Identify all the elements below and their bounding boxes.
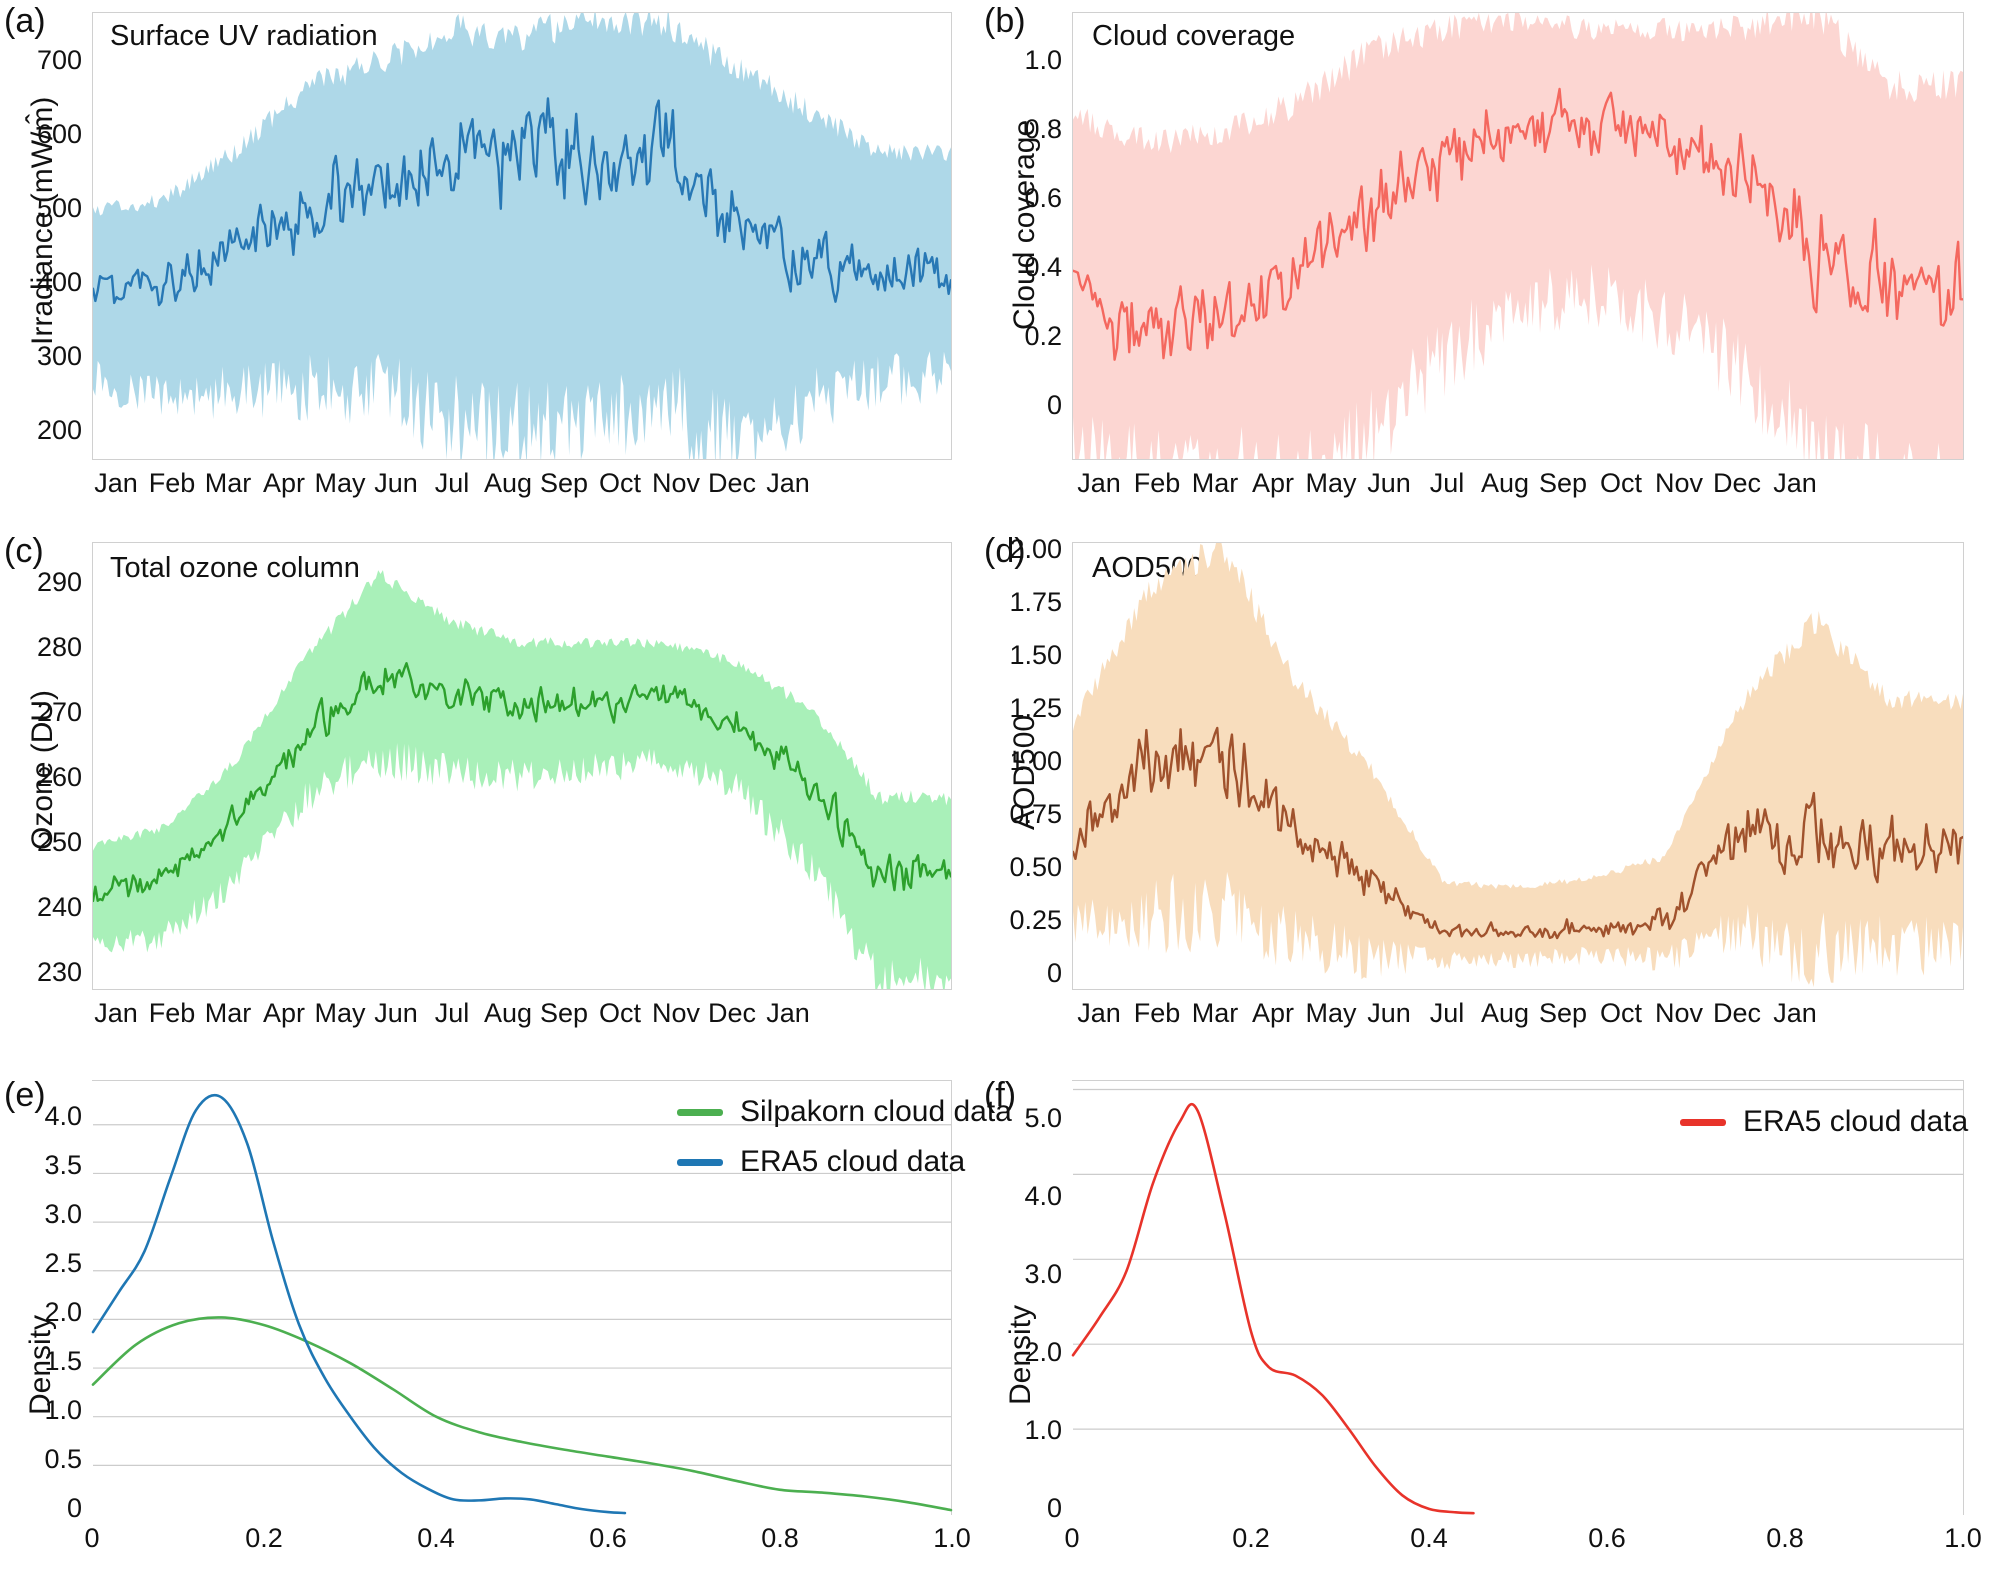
panel-b-ytick-1: 0.2 (1024, 321, 1062, 351)
panel-e-ytick-8: 4.0 (44, 1101, 82, 1131)
panel-e-xtick-3: 0.6 (589, 1523, 627, 1553)
panel-a-ytick-2: 400 (36, 267, 82, 297)
panel-a: (a) Surface UV radiation Irradiance (mW/… (0, 0, 980, 500)
panel-f-ytick-4: 4.0 (1024, 1181, 1062, 1211)
panel-d-ytick-6: 1.50 (1009, 640, 1062, 670)
panel-b: (b) Cloud coverage Cloud coverage 0 0.2 … (980, 0, 1998, 500)
panel-f-ytick-5: 5.0 (1024, 1103, 1062, 1133)
panel-f-xtick-4: 0.8 (1766, 1523, 1804, 1553)
panel-a-ytick-4: 600 (36, 119, 82, 149)
panel-e-ytick-4: 2.0 (44, 1297, 82, 1327)
legend-swatch-era5 (677, 1158, 723, 1166)
legend-swatch-silpakorn (677, 1108, 723, 1116)
panel-b-ytick-0: 0 (1046, 390, 1062, 420)
panel-c-ytick-0: 230 (36, 957, 82, 987)
panel-a-ytick-3: 500 (36, 193, 82, 223)
panel-a-ytick-0: 200 (36, 415, 82, 445)
panel-b-ytick-2: 0.4 (1024, 252, 1062, 282)
panel-b-xtick-12: Jan (1773, 468, 1817, 498)
panel-b-ytick-5: 1.0 (1024, 45, 1062, 75)
legend-item-era5-f[interactable]: ERA5 cloud data (1680, 1105, 1968, 1139)
panel-d-ytick-2: 0.50 (1009, 852, 1062, 882)
legend-item-era5[interactable]: ERA5 cloud data (677, 1145, 1012, 1179)
panel-a-xtick-12: Jan (766, 468, 810, 498)
panel-d-ytick-7: 1.75 (1009, 587, 1062, 617)
panel-d: (d) AOD500 AOD500 0 0.25 0.50 0.75 1.00 … (980, 530, 1998, 1030)
panel-d-plot (1073, 543, 1963, 988)
panel-c-ytick-3: 260 (36, 762, 82, 792)
panel-b-ytick-4: 0.8 (1024, 114, 1062, 144)
panel-c-xtick-12: Jan (766, 998, 810, 1028)
panel-c-ytick-2: 250 (36, 827, 82, 857)
panel-e-ytick-0: 0 (66, 1493, 82, 1523)
panel-d-ytick-4: 1.00 (1009, 746, 1062, 776)
panel-e-xtick-0: 0 (84, 1523, 100, 1553)
panel-b-letter: (b) (984, 2, 1026, 40)
panel-e-xtick-4: 0.8 (761, 1523, 799, 1553)
panel-a-plot (93, 13, 951, 459)
panel-d-xtick-12: Jan (1773, 998, 1817, 1028)
panel-c-ytick-5: 280 (36, 632, 82, 662)
panel-e-ytick-7: 3.5 (44, 1150, 82, 1180)
legend-label-era5: ERA5 cloud data (740, 1145, 966, 1178)
panel-c-ytick-4: 270 (36, 697, 82, 727)
panel-e-xtick-2: 0.4 (417, 1523, 455, 1553)
figure-canvas: (a) Surface UV radiation Irradiance (mW/… (0, 0, 1998, 1591)
legend-swatch-era5-f (1680, 1118, 1726, 1126)
panel-e-ytick-3: 1.5 (44, 1346, 82, 1376)
panel-e: (e) Density 0 0.5 1.0 1.5 2.0 2.5 3.0 3.… (0, 1050, 1012, 1591)
panel-e-ytick-2: 1.0 (44, 1395, 82, 1425)
panel-c-letter: (c) (4, 532, 44, 570)
panel-e-ytick-5: 2.5 (44, 1248, 82, 1278)
panel-a-letter: (a) (4, 2, 46, 40)
panel-f-ytick-0: 0 (1046, 1493, 1062, 1523)
panel-f-legend: ERA5 cloud data (1680, 1105, 1968, 1155)
panel-f-ytick-3: 3.0 (1024, 1259, 1062, 1289)
panel-d-ytick-1: 0.25 (1009, 905, 1062, 935)
panel-f: (f) Density 0 1.0 2.0 3.0 4.0 5.0 0 0.2 … (980, 1050, 1998, 1591)
panel-b-ytick-3: 0.6 (1024, 183, 1062, 213)
panel-d-ytick-3: 0.75 (1009, 799, 1062, 829)
panel-b-ylabel: Cloud coverage (1008, 119, 1041, 330)
panel-e-xtick-1: 0.2 (245, 1523, 283, 1553)
panel-e-xtick-5: 1.0 (933, 1523, 971, 1553)
panel-e-ytick-6: 3.0 (44, 1199, 82, 1229)
panel-c-plot (93, 570, 951, 989)
panel-f-xtick-1: 0.2 (1232, 1523, 1270, 1553)
panel-f-xtick-0: 0 (1064, 1523, 1080, 1553)
panel-a-ytick-5: 700 (36, 45, 82, 75)
panel-c-ytick-6: 290 (36, 567, 82, 597)
legend-item-silpakorn[interactable]: Silpakorn cloud data (677, 1095, 1012, 1129)
panel-b-plot (1073, 13, 1963, 459)
panel-d-ytick-5: 1.25 (1009, 693, 1062, 723)
panel-e-legend: Silpakorn cloud data ERA5 cloud data (677, 1095, 1012, 1195)
panel-c-ytick-1: 240 (36, 892, 82, 922)
panel-f-ytick-1: 1.0 (1024, 1415, 1062, 1445)
panel-a-ytick-1: 300 (36, 341, 82, 371)
legend-label-silpakorn: Silpakorn cloud data (740, 1095, 1012, 1128)
panel-e-ytick-1: 0.5 (44, 1444, 82, 1474)
panel-d-ytick-8: 2.00 (1009, 534, 1062, 564)
panel-d-ytick-0: 0 (1046, 958, 1062, 988)
panel-c: (c) Total ozone column Ozone (DU) 230 24… (0, 530, 980, 1030)
panel-f-ytick-2: 2.0 (1024, 1337, 1062, 1367)
legend-label-era5-f: ERA5 cloud data (1743, 1105, 1969, 1138)
panel-f-xtick-5: 1.0 (1944, 1523, 1982, 1553)
panel-f-xtick-3: 0.6 (1588, 1523, 1626, 1553)
panel-f-xtick-2: 0.4 (1410, 1523, 1448, 1553)
